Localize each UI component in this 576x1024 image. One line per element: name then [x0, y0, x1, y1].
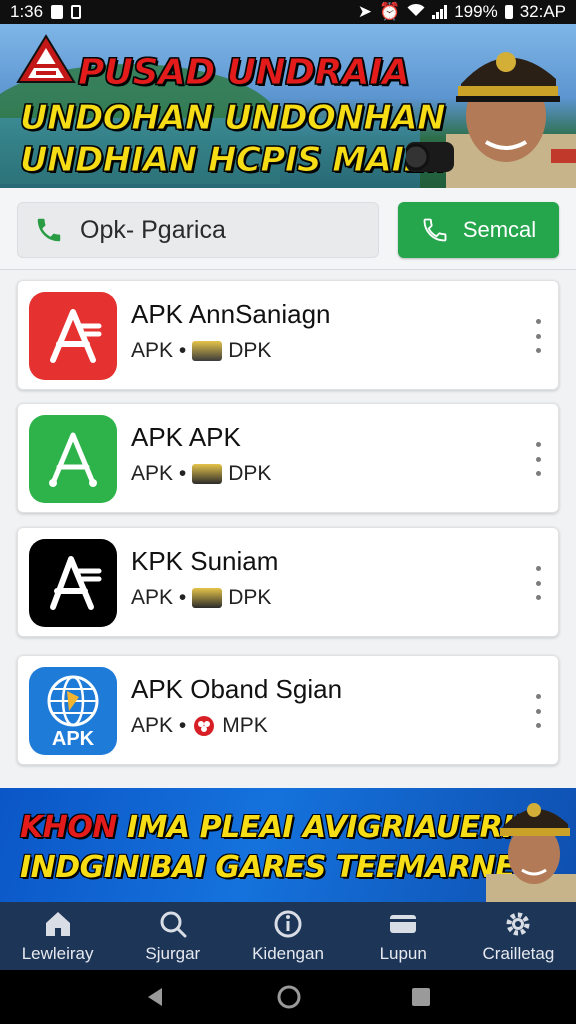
- status-clock-right: 32:AP: [519, 2, 566, 21]
- app-sub-prefix: APK •: [131, 714, 187, 737]
- navigation-arrow-icon: ➤: [357, 2, 373, 21]
- app-sub-prefix: APK •: [131, 462, 187, 485]
- badge-icon: [192, 464, 223, 484]
- search-button[interactable]: Semcal: [398, 202, 559, 258]
- more-options-icon[interactable]: [530, 694, 546, 728]
- more-options-icon[interactable]: [530, 442, 546, 476]
- wifi-icon: [407, 2, 425, 22]
- list-item[interactable]: APK AnnSaniagn APK • DPK: [17, 280, 559, 390]
- globe-icon: APK: [29, 667, 117, 755]
- nav-item-settings[interactable]: Crailletag: [461, 902, 576, 970]
- bottom-banner-line-2: INDGINIBAI GARES TEEMARNEI!: [20, 850, 539, 885]
- list-item[interactable]: APK APK APK • DPK: [17, 403, 559, 513]
- badge-icon: [192, 588, 223, 608]
- nav-label: Sjurgar: [145, 944, 201, 963]
- app-store-icon: [29, 539, 117, 627]
- badge-icon: [192, 341, 223, 361]
- more-options-icon[interactable]: [530, 319, 546, 353]
- app-list: APK AnnSaniagn APK • DPK APK APK APK • D…: [0, 270, 576, 788]
- top-ad-banner[interactable]: PUSAD UNDRAIA UNDOHAN UNDONHAN UNDHIAN H…: [0, 24, 576, 188]
- card-icon: [390, 915, 417, 933]
- nav-label: Crailletag: [482, 944, 555, 963]
- app-title: APK AnnSaniagn: [131, 299, 331, 329]
- status-time: 1:36: [10, 2, 44, 21]
- alarm-icon: ⏰: [379, 2, 401, 21]
- info-icon: [274, 910, 302, 938]
- gear-icon: [506, 912, 530, 936]
- home-button-icon[interactable]: [276, 984, 302, 1010]
- nav-label: Kidengan: [252, 944, 324, 963]
- search-icon: [160, 911, 187, 938]
- list-item[interactable]: KPK Suniam APK • DPK: [17, 527, 559, 637]
- officer-portrait: [406, 52, 576, 188]
- status-bar: 1:36 ➤ ⏰ 199% 32:AP: [0, 0, 576, 24]
- app-sub-prefix: APK •: [131, 586, 187, 609]
- bottom-navigation: Lewleiray Sjurgar Kidengan Lupun Craille…: [0, 902, 576, 970]
- recents-icon[interactable]: [410, 986, 432, 1008]
- app-sub-prefix: APK •: [131, 339, 187, 362]
- notification-icon: [51, 5, 64, 19]
- bottom-banner-line-1: KHON IMA PLEAI AVIGRIAUERIN: [20, 810, 538, 845]
- more-options-icon[interactable]: [530, 566, 546, 600]
- app-title: KPK Suniam: [131, 546, 279, 576]
- app-sub-suffix: DPK: [228, 586, 272, 609]
- app-sub-suffix: MPK: [222, 714, 268, 737]
- nav-label: Lupun: [379, 944, 427, 963]
- list-item[interactable]: APK APK Oband Sgian APK • MPK: [17, 655, 559, 765]
- phone-icon: [423, 218, 447, 242]
- phone-icon: [71, 5, 82, 19]
- app-title: APK APK: [131, 422, 241, 452]
- bottom-banner-line-1-rest: IMA PLEAI AVIGRIAUERIN: [116, 810, 538, 845]
- app-icon-text: APK: [52, 728, 95, 750]
- search-input[interactable]: Opk- Pgarica: [17, 202, 379, 258]
- phone-icon: [37, 218, 61, 242]
- app-title: APK Oband Sgian: [131, 674, 343, 704]
- system-navigation-bar: [0, 970, 576, 1024]
- bottom-ad-banner[interactable]: KHON IMA PLEAI AVIGRIAUERIN INDGINIBAI G…: [0, 788, 576, 902]
- app-store-icon: [29, 292, 117, 380]
- app-sub-suffix: DPK: [228, 339, 272, 362]
- flag-logo-icon: [16, 34, 76, 83]
- search-button-label: Semcal: [462, 217, 537, 242]
- battery-icon: [504, 5, 513, 19]
- bottom-banner-red-word: KHON: [20, 810, 117, 845]
- signal-icon: [432, 5, 448, 19]
- officer-portrait: [486, 803, 576, 902]
- search-row: Opk- Pgarica Semcal: [0, 188, 576, 270]
- nav-item-card[interactable]: Lupun: [346, 902, 461, 970]
- app-subtitle: APK • MPK: [131, 714, 268, 738]
- app-subtitle: APK • DPK: [131, 339, 271, 363]
- app-sub-suffix: DPK: [228, 462, 272, 485]
- back-icon[interactable]: [144, 985, 168, 1009]
- home-icon: [45, 912, 70, 936]
- app-subtitle: APK • DPK: [131, 586, 271, 610]
- nav-item-home[interactable]: Lewleiray: [0, 902, 115, 970]
- nav-item-info[interactable]: Kidengan: [230, 902, 345, 970]
- nav-item-search[interactable]: Sjurgar: [115, 902, 230, 970]
- battery-level: 199%: [454, 2, 498, 21]
- badge-icon: [194, 716, 215, 736]
- search-input-value: Opk- Pgarica: [80, 215, 226, 244]
- app-store-icon: [29, 415, 117, 503]
- banner-headline-1: PUSAD UNDRAIA: [77, 52, 410, 94]
- nav-label: Lewleiray: [21, 944, 94, 963]
- app-subtitle: APK • DPK: [131, 462, 271, 486]
- banner-headline-2: UNDOHAN UNDONHAN: [19, 98, 446, 139]
